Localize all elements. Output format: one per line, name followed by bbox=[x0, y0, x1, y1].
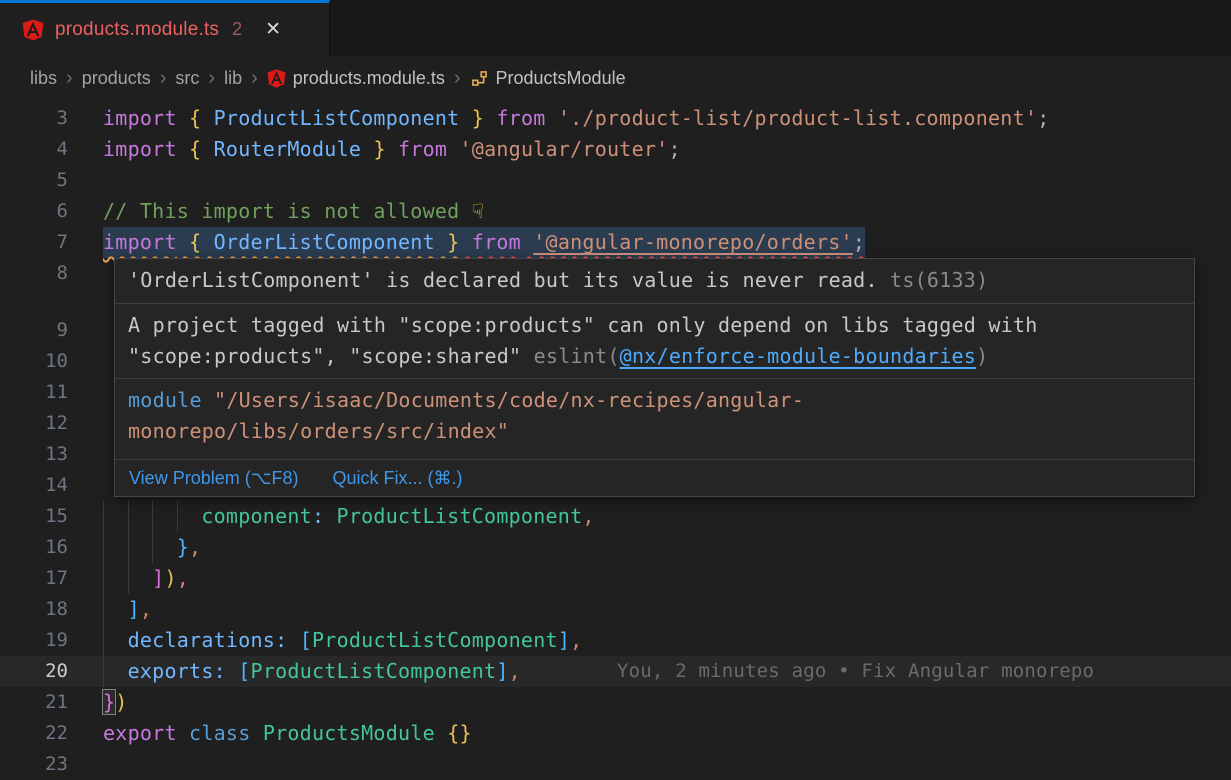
breadcrumb-item-products-module-ts[interactable]: products.module.ts bbox=[267, 68, 445, 89]
code-text: // This import is not allowed ☟ bbox=[103, 196, 484, 227]
line-number: 5 bbox=[0, 165, 68, 196]
code-text: import { OrderListComponent } from '@ang… bbox=[103, 227, 865, 258]
line-number: 15 bbox=[0, 501, 68, 532]
code-line-20: 20 exports: [ProductListComponent], You, … bbox=[0, 656, 1231, 687]
code-text: declarations: [ProductListComponent], bbox=[103, 625, 582, 656]
line-number: 21 bbox=[0, 687, 68, 718]
ts-error-message: 'OrderListComponent' is declared but its… bbox=[115, 259, 1194, 303]
code-line-16: 16 }, bbox=[0, 532, 1231, 563]
tab-bar: products.module.ts 2 ✕ bbox=[0, 0, 1231, 56]
breadcrumb-item-src[interactable]: src bbox=[175, 68, 199, 89]
breadcrumb-label: products bbox=[82, 68, 151, 89]
chevron-right-icon: › bbox=[454, 67, 461, 90]
line-number: 3 bbox=[0, 103, 68, 134]
chevron-right-icon: › bbox=[208, 67, 215, 90]
line-number: 17 bbox=[0, 563, 68, 594]
breadcrumb-item-lib[interactable]: lib bbox=[224, 68, 242, 89]
error-hover-popup: 'OrderListComponent' is declared but its… bbox=[114, 258, 1195, 497]
code-line-23: 23 bbox=[0, 749, 1231, 780]
breadcrumb: libs › products › src › lib › products.module.ts… bbox=[0, 56, 1231, 100]
line-number: 16 bbox=[0, 532, 68, 563]
code-line-21: 21}) bbox=[0, 687, 1231, 718]
line-number: 13 bbox=[0, 439, 68, 470]
code-text: component: ProductListComponent, bbox=[103, 501, 595, 532]
code-line-6: 6 // This import is not allowed ☟ bbox=[0, 196, 1231, 227]
breadcrumb-label: products.module.ts bbox=[293, 68, 445, 89]
code-line-19: 19 declarations: [ProductListComponent], bbox=[0, 625, 1231, 656]
line-number: 22 bbox=[0, 718, 68, 749]
line-number: 8 bbox=[0, 258, 68, 289]
module-link: '@angular-monorepo/orders' bbox=[533, 230, 853, 254]
line-number: 14 bbox=[0, 470, 68, 501]
code-text: exports: [ProductListComponent], bbox=[103, 656, 521, 687]
line-number: 10 bbox=[0, 346, 68, 377]
view-problem-action[interactable]: View Problem (⌥F8) bbox=[129, 468, 298, 489]
line-number: 7 bbox=[0, 227, 68, 258]
chevron-right-icon: › bbox=[251, 67, 258, 90]
line-number: 6 bbox=[0, 196, 68, 227]
line-number: 20 bbox=[0, 656, 68, 687]
vscode-window: products.module.ts 2 ✕ libs › products › src… bbox=[0, 0, 1231, 780]
angular-icon bbox=[22, 19, 44, 41]
code-line-7: 7 import { OrderListComponent } from '@an… bbox=[0, 227, 1231, 258]
line-number: 9 bbox=[0, 315, 68, 346]
breadcrumb-label: libs bbox=[30, 68, 57, 89]
class-icon bbox=[470, 69, 489, 88]
tab-problem-count: 2 bbox=[232, 19, 242, 40]
pointing-down-emoji: ☟ bbox=[472, 199, 484, 223]
line-number: 18 bbox=[0, 594, 68, 625]
line-number: 19 bbox=[0, 625, 68, 656]
chevron-right-icon: › bbox=[160, 67, 167, 90]
code-line-4: 4 import { RouterModule } from '@angular/… bbox=[0, 134, 1231, 165]
breadcrumb-label: src bbox=[175, 68, 199, 89]
code-line-22: 22 export class ProductsModule {} bbox=[0, 718, 1231, 749]
code-text: import { ProductListComponent } from './… bbox=[103, 103, 1049, 134]
line-number: 23 bbox=[0, 749, 68, 780]
module-path-info: module "/Users/isaac/Documents/code/nx-r… bbox=[115, 378, 1194, 459]
hover-action-bar: View Problem (⌥F8) Quick Fix... (⌘.) bbox=[115, 459, 1194, 497]
code-text: }) bbox=[103, 687, 128, 718]
eslint-error-message: A project tagged with "scope:products" c… bbox=[115, 303, 1194, 378]
breadcrumb-label: ProductsModule bbox=[496, 68, 626, 89]
breadcrumb-item-libs[interactable]: libs bbox=[30, 68, 57, 89]
line-number: 11 bbox=[0, 377, 68, 408]
breadcrumb-item-productsmodule[interactable]: ProductsModule bbox=[470, 68, 626, 89]
angular-icon bbox=[267, 69, 286, 88]
line-number: 4 bbox=[0, 134, 68, 165]
quick-fix-action[interactable]: Quick Fix... (⌘.) bbox=[332, 468, 462, 489]
tab-products-module[interactable]: products.module.ts 2 ✕ bbox=[0, 0, 330, 56]
eslint-rule-link[interactable]: @nx/enforce-module-boundaries bbox=[620, 344, 976, 368]
code-line-3: 3 import { ProductListComponent } from '.… bbox=[0, 103, 1231, 134]
code-editor[interactable]: 3 import { ProductListComponent } from '.… bbox=[0, 100, 1231, 780]
code-line-17: 17 ]), bbox=[0, 563, 1231, 594]
code-text: }, bbox=[103, 532, 201, 563]
tab-label: products.module.ts bbox=[55, 19, 219, 41]
code-text: import { RouterModule } from '@angular/r… bbox=[103, 134, 681, 165]
code-text: export class ProductsModule {} bbox=[103, 718, 472, 749]
code-line-18: 18 ], bbox=[0, 594, 1231, 625]
close-icon[interactable]: ✕ bbox=[265, 18, 281, 41]
chevron-right-icon: › bbox=[66, 67, 73, 90]
code-line-15: 15 component: ProductListComponent, bbox=[0, 501, 1231, 532]
git-blame-annotation: You, 2 minutes ago • Fix Angular monorep… bbox=[617, 656, 1094, 687]
breadcrumb-item-products[interactable]: products bbox=[82, 68, 151, 89]
breadcrumb-label: lib bbox=[224, 68, 242, 89]
code-text: ], bbox=[103, 594, 152, 625]
code-text: ]), bbox=[103, 563, 189, 594]
code-line-5: 5 bbox=[0, 165, 1231, 196]
line-number: 12 bbox=[0, 408, 68, 439]
